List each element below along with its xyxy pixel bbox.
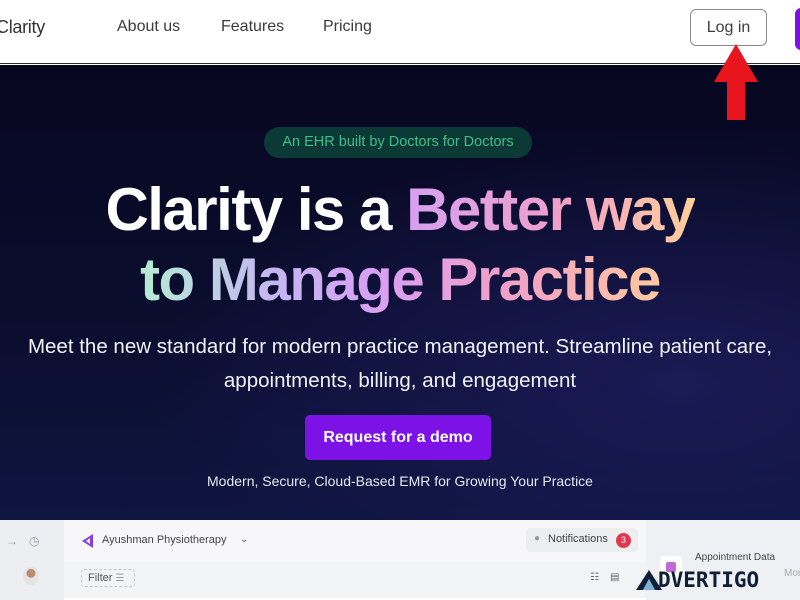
headline-plain: Clarity is a — [105, 176, 407, 243]
subtitle-line-2: appointments, billing, and engagement — [223, 369, 577, 392]
red-arrow-icon — [714, 44, 758, 120]
top-navigation: Clarity About us Features Pricing Log in — [0, 0, 800, 64]
nav-link-about[interactable]: About us — [117, 18, 180, 36]
dashboard-sidebar: → ◷ — [0, 520, 64, 600]
tagline-badge: An EHR built by Doctors for Doctors — [264, 127, 532, 158]
organization-name[interactable]: Ayushman Physiotherapy — [102, 534, 227, 546]
request-demo-button[interactable]: Request for a demo — [305, 415, 491, 460]
headline-line-2: to Manage Practice — [0, 245, 800, 315]
filter-icon: ☰ — [115, 573, 125, 584]
notifications-button[interactable]: ● Notifications 3 — [526, 528, 638, 552]
headline-accent: Better way — [406, 176, 696, 243]
subtitle-line-1: Meet the new standard for modern practic… — [27, 335, 773, 358]
list-view-icon[interactable]: ☷ — [590, 572, 599, 583]
headline-line-1: Clarity is a Better way — [0, 175, 800, 245]
headline-gradient: to Manage Practice — [140, 246, 661, 313]
bell-icon: ● — [534, 533, 541, 544]
table-view-icon[interactable]: ▤ — [610, 572, 619, 583]
appointment-panel-title: Appointment Data — [695, 552, 776, 563]
hero-section: An EHR built by Doctors for Doctors Clar… — [0, 65, 800, 520]
hero-subtitle: Meet the new standard for modern practic… — [0, 330, 800, 398]
notifications-count-badge: 3 — [616, 533, 631, 548]
dashboard-header: Ayushman Physiotherapy ⌄ ● Notifications… — [64, 520, 646, 562]
nav-link-features[interactable]: Features — [221, 18, 284, 36]
login-button[interactable]: Log in — [690, 9, 767, 46]
watermark-text: DVERTIGO — [658, 568, 760, 592]
clock-icon[interactable]: ◷ — [29, 534, 39, 548]
user-avatar[interactable] — [23, 567, 39, 585]
organization-logo-icon — [82, 534, 93, 548]
forward-arrow-icon[interactable]: → — [6, 534, 18, 548]
brand-logo[interactable]: Clarity — [0, 17, 45, 38]
nav-link-pricing[interactable]: Pricing — [323, 18, 372, 36]
hero-tagline: Modern, Secure, Cloud-Based EMR for Grow… — [207, 473, 593, 489]
notifications-label: Notifications — [548, 533, 608, 545]
signup-button[interactable] — [795, 8, 800, 50]
arrow-shape — [714, 44, 758, 120]
filter-button[interactable]: Filter ☰ — [81, 569, 135, 587]
chevron-down-icon[interactable]: ⌄ — [240, 534, 248, 545]
filter-label: Filter — [88, 572, 113, 584]
appointment-more-link[interactable]: Mor — [784, 568, 800, 579]
